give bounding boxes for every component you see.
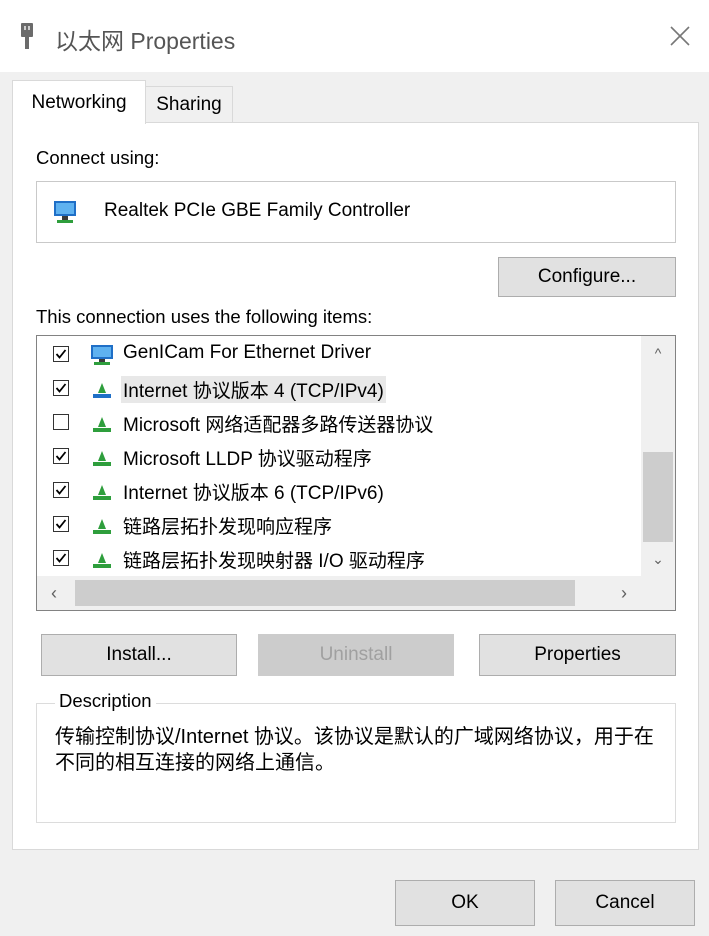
networking-panel: Connect using: Realtek PCIe GBE Family C… bbox=[12, 122, 699, 850]
item-label: 链路层拓扑发现映射器 I/O 驱动程序 bbox=[123, 551, 425, 572]
scroll-right-arrow-icon[interactable]: › bbox=[607, 576, 641, 610]
configure-button[interactable]: Configure... bbox=[498, 257, 676, 297]
configure-button-label: Configure... bbox=[537, 266, 637, 287]
items-list[interactable]: GenICam For Ethernet Driver Internet 协议版… bbox=[36, 335, 676, 611]
uninstall-button[interactable]: Uninstall bbox=[258, 634, 454, 676]
item-checkbox[interactable] bbox=[53, 380, 69, 396]
list-item[interactable]: GenICam For Ethernet Driver bbox=[37, 338, 639, 372]
check-icon bbox=[55, 383, 67, 393]
close-icon bbox=[670, 26, 690, 46]
install-button-label: Install... bbox=[106, 644, 172, 665]
item-label: Microsoft LLDP 协议驱动程序 bbox=[123, 449, 372, 470]
network-protocol-icon bbox=[93, 383, 111, 398]
title-bar: 以太网 Properties bbox=[0, 0, 709, 72]
description-group: Description 传输控制协议/Internet 协议。该协议是默认的广域… bbox=[36, 690, 676, 823]
list-item[interactable]: 链路层拓扑发现映射器 I/O 驱动程序 bbox=[37, 542, 639, 576]
horizontal-scroll-thumb[interactable] bbox=[75, 580, 575, 606]
tab-networking-label: Networking bbox=[31, 91, 127, 113]
list-item[interactable]: Internet 协议版本 6 (TCP/IPv6) bbox=[37, 474, 639, 508]
item-checkbox[interactable] bbox=[53, 516, 69, 532]
uninstall-button-label: Uninstall bbox=[319, 644, 393, 665]
network-protocol-icon bbox=[93, 485, 111, 500]
properties-button-label: Properties bbox=[534, 644, 621, 665]
scroll-down-arrow-icon[interactable]: ⌄ bbox=[641, 542, 675, 576]
properties-button[interactable]: Properties bbox=[479, 634, 676, 676]
item-checkbox[interactable] bbox=[53, 346, 69, 362]
item-label: Microsoft 网络适配器多路传送器协议 bbox=[123, 415, 434, 436]
vertical-scrollbar[interactable]: ^ ⌄ bbox=[641, 336, 675, 576]
tab-sharing[interactable]: Sharing bbox=[145, 86, 233, 122]
check-icon bbox=[55, 349, 67, 359]
description-legend: Description bbox=[55, 690, 156, 712]
item-checkbox[interactable] bbox=[53, 482, 69, 498]
adapter-name: Realtek PCIe GBE Family Controller bbox=[104, 200, 411, 221]
list-item[interactable]: Microsoft LLDP 协议驱动程序 bbox=[37, 440, 639, 474]
list-item[interactable]: Microsoft 网络适配器多路传送器协议 bbox=[37, 406, 639, 440]
network-protocol-icon bbox=[93, 417, 111, 432]
scroll-left-arrow-icon[interactable]: ‹ bbox=[37, 576, 71, 610]
network-client-icon bbox=[91, 345, 113, 365]
network-protocol-icon bbox=[93, 553, 111, 568]
install-button[interactable]: Install... bbox=[41, 634, 237, 676]
network-adapter-title-icon bbox=[21, 23, 33, 49]
window-title: 以太网 Properties bbox=[55, 28, 236, 54]
network-adapter-icon bbox=[54, 201, 76, 223]
item-checkbox[interactable] bbox=[53, 414, 69, 430]
vertical-scroll-thumb[interactable] bbox=[643, 452, 673, 542]
description-text: 传输控制协议/Internet 协议。该协议是默认的广域网络协议，用于在不同的相… bbox=[55, 726, 654, 774]
cancel-button-label: Cancel bbox=[595, 892, 655, 913]
items-section-label: This connection uses the following items… bbox=[36, 306, 373, 327]
ok-button[interactable]: OK bbox=[395, 880, 535, 926]
item-label: Internet 协议版本 6 (TCP/IPv6) bbox=[123, 483, 384, 504]
tab-sharing-label: Sharing bbox=[156, 93, 222, 115]
list-item[interactable]: Internet 协议版本 4 (TCP/IPv4) bbox=[37, 372, 639, 406]
tab-networking[interactable]: Networking bbox=[12, 80, 146, 124]
connect-using-label: Connect using: bbox=[36, 147, 160, 168]
item-label: 链路层拓扑发现响应程序 bbox=[123, 517, 333, 538]
scroll-corner bbox=[641, 576, 675, 610]
network-protocol-icon bbox=[93, 519, 111, 534]
list-item[interactable]: 链路层拓扑发现响应程序 bbox=[37, 508, 639, 542]
properties-dialog: 以太网 Properties Networking Sharing Connec… bbox=[0, 0, 709, 936]
item-label: GenICam For Ethernet Driver bbox=[123, 342, 372, 363]
cancel-button[interactable]: Cancel bbox=[555, 880, 695, 926]
adapter-box: Realtek PCIe GBE Family Controller bbox=[36, 181, 676, 243]
check-icon bbox=[55, 553, 67, 563]
horizontal-scrollbar[interactable]: ‹ › bbox=[37, 576, 641, 610]
close-button[interactable] bbox=[660, 16, 700, 56]
check-icon bbox=[55, 519, 67, 529]
item-checkbox[interactable] bbox=[53, 448, 69, 464]
item-checkbox[interactable] bbox=[53, 550, 69, 566]
tab-strip: Networking Sharing bbox=[0, 72, 709, 124]
ok-button-label: OK bbox=[451, 892, 479, 913]
scroll-up-arrow-icon[interactable]: ^ bbox=[641, 336, 675, 370]
item-label: Internet 协议版本 4 (TCP/IPv4) bbox=[121, 376, 386, 403]
network-protocol-icon bbox=[93, 451, 111, 466]
check-icon bbox=[55, 451, 67, 461]
check-icon bbox=[55, 485, 67, 495]
